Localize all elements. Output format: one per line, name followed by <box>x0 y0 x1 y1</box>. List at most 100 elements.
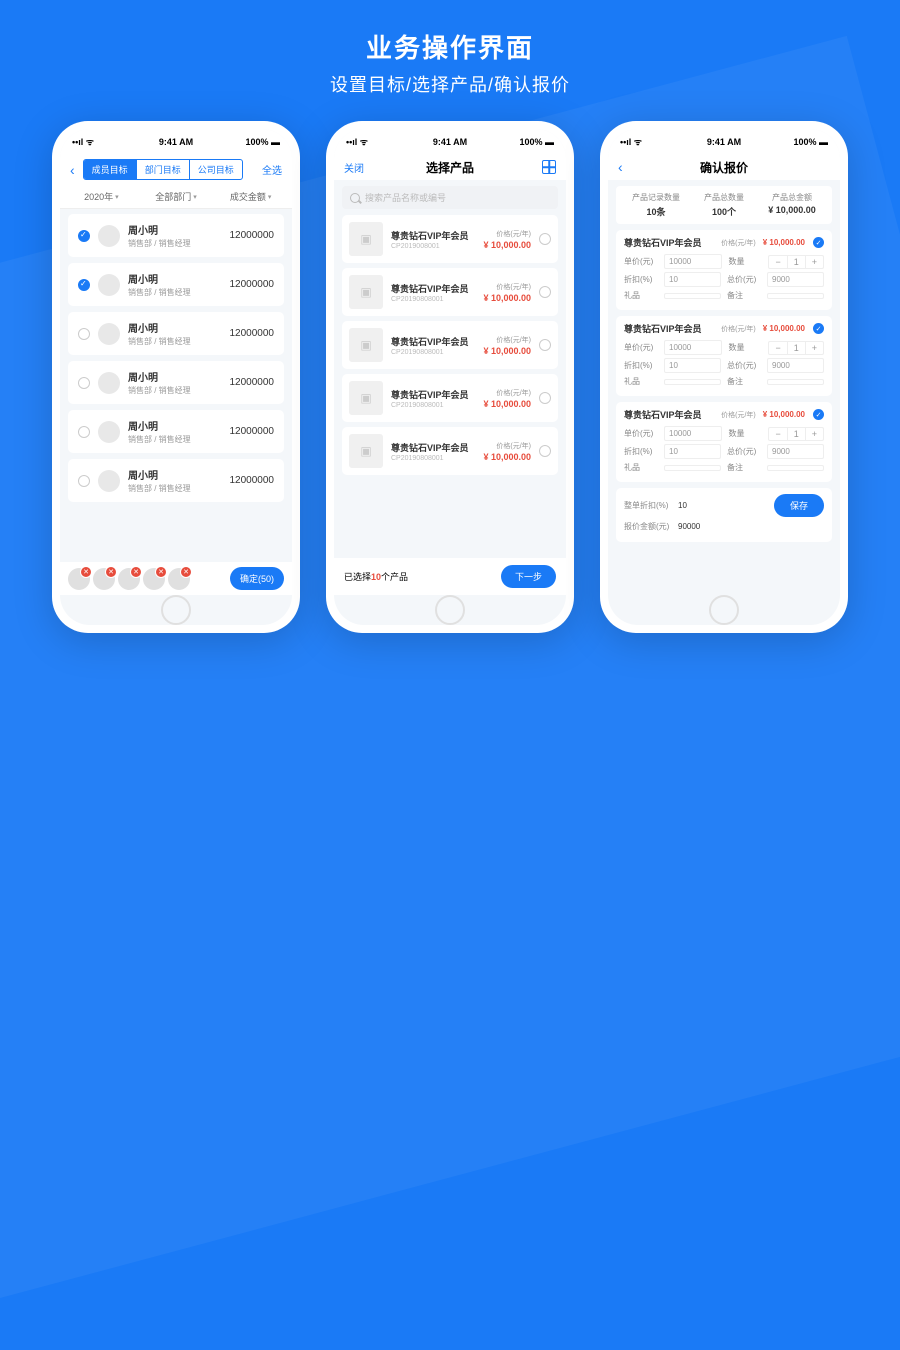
selected-avatar[interactable] <box>168 568 190 590</box>
phone-goals: ••ıl ᯤ 9:41 AM 100% ▬ ‹ 成员目标 部门目标 公司目标 全… <box>52 121 300 633</box>
radio-icon[interactable] <box>78 328 90 340</box>
product-code: CP20190808001 <box>391 349 475 356</box>
unit-price-input[interactable]: 10000 <box>664 426 722 441</box>
price-value: ¥ 10,000.00 <box>483 293 531 303</box>
home-button[interactable] <box>435 595 465 625</box>
quote-title: 尊贵钻石VIP年会员 <box>624 408 702 421</box>
discount-input[interactable]: 10 <box>664 272 721 287</box>
plus-icon[interactable]: + <box>806 342 823 354</box>
radio-icon[interactable] <box>539 286 551 298</box>
qty-stepper[interactable]: −1+ <box>768 427 824 441</box>
qty-stepper[interactable]: −1+ <box>768 341 824 355</box>
total-input[interactable]: 9000 <box>767 358 824 373</box>
selected-avatar[interactable] <box>143 568 165 590</box>
order-summary: 整单折扣(%)10保存 报价金额(元)90000 <box>616 488 832 542</box>
price-label: 价格(元/年) <box>721 410 756 420</box>
next-button[interactable]: 下一步 <box>501 565 556 588</box>
selected-avatar[interactable] <box>118 568 140 590</box>
search-input[interactable]: 搜索产品名称或编号 <box>342 186 558 209</box>
select-all-button[interactable]: 全选 <box>262 162 282 177</box>
avatar <box>98 421 120 443</box>
radio-icon[interactable] <box>78 279 90 291</box>
close-button[interactable]: 关闭 <box>344 160 364 175</box>
back-icon[interactable]: ‹ <box>70 162 75 178</box>
qty-stepper[interactable]: −1+ <box>768 255 824 269</box>
home-button[interactable] <box>161 595 191 625</box>
gift-input[interactable] <box>664 293 721 299</box>
note-input[interactable] <box>767 293 824 299</box>
check-icon[interactable]: ✓ <box>813 409 824 420</box>
minus-icon[interactable]: − <box>769 256 786 268</box>
check-icon[interactable]: ✓ <box>813 323 824 334</box>
total-input[interactable]: 9000 <box>767 272 824 287</box>
discount-input[interactable]: 10 <box>664 444 721 459</box>
member-row[interactable]: 周小明销售部 / 销售经理 12000000 <box>68 459 284 502</box>
radio-icon[interactable] <box>539 392 551 404</box>
radio-icon[interactable] <box>78 426 90 438</box>
member-name: 周小明 <box>128 222 222 237</box>
grid-view-icon[interactable] <box>542 160 556 174</box>
price-label: 价格(元/年) <box>721 238 756 248</box>
tab-member[interactable]: 成员目标 <box>84 160 137 179</box>
minus-icon[interactable]: − <box>769 428 786 440</box>
unit-price-input[interactable]: 10000 <box>664 340 722 355</box>
product-row[interactable]: ▣ 尊贵钻石VIP年会员CP2019008001 价格(元/年)¥ 10,000… <box>342 215 558 263</box>
price-value: ¥ 10,000.00 <box>763 238 805 247</box>
home-button[interactable] <box>709 595 739 625</box>
plus-icon[interactable]: + <box>806 428 823 440</box>
avatar <box>98 323 120 345</box>
product-name: 尊贵钻石VIP年会员 <box>391 282 475 295</box>
radio-icon[interactable] <box>78 230 90 242</box>
member-name: 周小明 <box>128 418 222 433</box>
member-row[interactable]: 周小明销售部 / 销售经理 12000000 <box>68 214 284 257</box>
check-icon[interactable]: ✓ <box>813 237 824 248</box>
member-row[interactable]: 周小明销售部 / 销售经理 12000000 <box>68 410 284 453</box>
filter-metric[interactable]: 成交金额▾ <box>213 190 288 203</box>
selection-bar: 确定(50) <box>60 562 292 595</box>
back-icon[interactable]: ‹ <box>618 159 623 175</box>
radio-icon[interactable] <box>539 445 551 457</box>
search-placeholder: 搜索产品名称或编号 <box>365 191 446 204</box>
radio-icon[interactable] <box>539 233 551 245</box>
filter-dept[interactable]: 全部部门▾ <box>139 190 214 203</box>
note-input[interactable] <box>767 379 824 385</box>
member-value: 12000000 <box>230 279 275 290</box>
product-row[interactable]: ▣ 尊贵钻石VIP年会员CP20190808001 价格(元/年)¥ 10,00… <box>342 374 558 422</box>
discount-input[interactable]: 10 <box>664 358 721 373</box>
quote-list: 尊贵钻石VIP年会员价格(元/年)¥ 10,000.00✓ 单价(元)10000… <box>608 230 840 595</box>
product-name: 尊贵钻石VIP年会员 <box>391 441 475 454</box>
price-label: 价格(元/年) <box>483 441 531 451</box>
filter-year[interactable]: 2020年▾ <box>64 190 139 203</box>
minus-icon[interactable]: − <box>769 342 786 354</box>
member-row[interactable]: 周小明销售部 / 销售经理 12000000 <box>68 312 284 355</box>
status-bar: ••ıl ᯤ 9:41 AM 100% ▬ <box>60 129 292 154</box>
product-row[interactable]: ▣ 尊贵钻石VIP年会员CP20190808001 价格(元/年)¥ 10,00… <box>342 321 558 369</box>
tab-dept[interactable]: 部门目标 <box>137 160 190 179</box>
radio-icon[interactable] <box>539 339 551 351</box>
member-row[interactable]: 周小明销售部 / 销售经理 12000000 <box>68 263 284 306</box>
radio-icon[interactable] <box>78 377 90 389</box>
product-code: CP20190808001 <box>391 296 475 303</box>
filter-bar: 2020年▾ 全部部门▾ 成交金额▾ <box>60 185 292 209</box>
note-input[interactable] <box>767 465 824 471</box>
confirm-button[interactable]: 确定(50) <box>230 567 284 590</box>
product-row[interactable]: ▣ 尊贵钻石VIP年会员CP20190808001 价格(元/年)¥ 10,00… <box>342 427 558 475</box>
product-row[interactable]: ▣ 尊贵钻石VIP年会员CP20190808001 价格(元/年)¥ 10,00… <box>342 268 558 316</box>
gift-input[interactable] <box>664 379 721 385</box>
signal-icon: ••ıl ᯤ <box>620 135 642 148</box>
status-bar: ••ıl ᯤ 9:41 AM 100% ▬ <box>608 129 840 154</box>
price-label: 价格(元/年) <box>483 388 531 398</box>
selected-avatar[interactable] <box>93 568 115 590</box>
tab-company[interactable]: 公司目标 <box>190 160 242 179</box>
member-value: 12000000 <box>230 475 275 486</box>
member-name: 周小明 <box>128 369 222 384</box>
unit-price-input[interactable]: 10000 <box>664 254 722 269</box>
selected-avatar[interactable] <box>68 568 90 590</box>
save-button[interactable]: 保存 <box>774 494 824 517</box>
member-list: 周小明销售部 / 销售经理 12000000 周小明销售部 / 销售经理 120… <box>60 209 292 562</box>
gift-input[interactable] <box>664 465 721 471</box>
member-row[interactable]: 周小明销售部 / 销售经理 12000000 <box>68 361 284 404</box>
radio-icon[interactable] <box>78 475 90 487</box>
total-input[interactable]: 9000 <box>767 444 824 459</box>
plus-icon[interactable]: + <box>806 256 823 268</box>
